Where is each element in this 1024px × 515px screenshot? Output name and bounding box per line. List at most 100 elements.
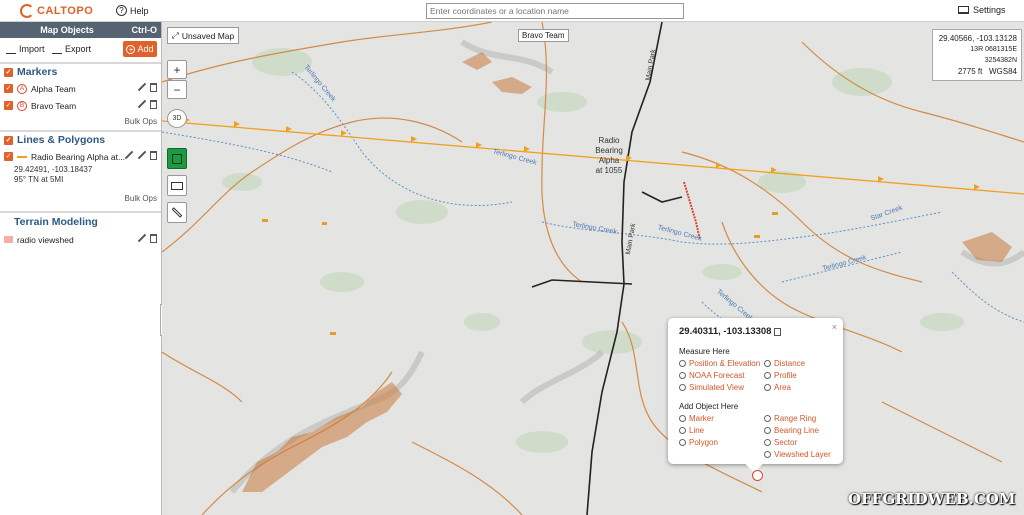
unsaved-label: Unsaved Map [181,30,235,41]
import-icon [6,45,16,54]
noaa-forecast-link[interactable]: NOAA Forecast [679,371,764,380]
link-label: Polygon [689,438,718,447]
export-icon [52,45,62,54]
ring-icon [764,415,771,422]
polygon-link[interactable]: Polygon [679,438,764,447]
link-label: Bearing Line [774,426,819,435]
cloud-icon [679,372,686,379]
map-context-popup: 29.40311, -103.13308 × Measure Here Posi… [668,318,843,473]
area-icon [764,384,771,391]
edit-icon[interactable] [137,83,146,92]
logo-text: CALTOPO [37,5,94,17]
terrain-section: Terrain Modeling radio viewshed [0,211,161,248]
lines-header[interactable]: ✓ Lines & Polygons [0,132,161,148]
marker-row-bravo[interactable]: ✓ B Bravo Team [0,97,161,114]
export-label: Export [65,44,92,54]
viewshed-layer-link[interactable]: Viewshed Layer [764,450,834,459]
pin-icon [679,360,686,367]
markers-header[interactable]: ✓ Markers [0,64,161,80]
copy-icon[interactable] [774,327,782,336]
bearing-icon [764,427,771,434]
zoom-in-button[interactable]: + [167,60,187,79]
polygon-icon [679,439,686,446]
line-link[interactable]: Line [679,426,764,435]
location-search-input[interactable] [426,3,684,19]
position-elevation-link[interactable]: Position & Elevation [679,359,764,368]
lines-checkbox[interactable]: ✓ [4,135,13,145]
trash-icon[interactable] [150,234,157,243]
map-canvas[interactable]: ⤢ Unsaved Map Bravo Team 29.40566, -103.… [162,22,1024,515]
area-link[interactable]: Area [764,383,834,392]
alpha-checkbox[interactable]: ✓ [4,84,13,93]
bravo-team-label[interactable]: Bravo Team [518,29,569,42]
export-button[interactable]: Export [52,44,91,54]
import-label: Import [19,44,45,54]
help-icon: ? [116,5,127,16]
help-button[interactable]: ? Help [116,5,149,16]
caltopo-logo[interactable]: CALTOPO [20,4,93,18]
profile-icon[interactable] [124,151,133,160]
link-label: Distance [774,359,806,368]
map-objects-panel: Map Objects Ctrl-O Import Export + Add ✓… [0,22,162,515]
radio-label-line: at 1055 [595,166,623,175]
link-label: Position & Elevation [689,359,761,368]
range-ring-link[interactable]: Range Ring [764,414,834,423]
simulated-view-link[interactable]: Simulated View [679,383,764,392]
ruler-icon[interactable] [167,202,187,223]
marker-a-icon: A [17,83,27,94]
bravo-checkbox[interactable]: ✓ [4,101,13,110]
popup-title: 29.40311, -103.13308 [679,326,832,337]
3d-view-icon[interactable]: 3D [167,109,187,128]
print-icon[interactable] [167,175,187,196]
line-row-radio-bearing[interactable]: ✓ Radio Bearing Alpha at... [0,148,161,165]
profile-icon [764,372,771,379]
settings-button[interactable]: Settings [958,5,1006,15]
lines-bulk-ops[interactable]: Bulk Ops [0,191,161,207]
close-icon[interactable]: × [832,322,837,332]
logo-icon [20,4,34,18]
edit-icon[interactable] [137,234,146,243]
marker-row-alpha[interactable]: ✓ A Alpha Team [0,80,161,97]
line-label: Radio Bearing Alpha at... [31,151,126,162]
import-button[interactable]: Import [6,44,45,54]
expand-icon: ⤢ [172,30,179,40]
viewshed-label: radio viewshed [17,234,74,245]
ruler-icon [764,360,771,367]
lines-section: ✓ Lines & Polygons ✓ Radio Bearing Alpha… [0,130,161,207]
monitor-icon [958,6,969,14]
edit-icon[interactable] [137,100,146,109]
trash-icon[interactable] [150,151,157,160]
markers-checkbox[interactable]: ✓ [4,67,13,77]
add-button[interactable]: + Add [123,41,157,57]
line-checkbox[interactable]: ✓ [4,152,13,161]
trash-icon[interactable] [150,83,157,92]
edit-icon[interactable] [137,151,146,160]
trash-icon[interactable] [150,100,157,109]
sector-link[interactable]: Sector [764,438,834,447]
location-pin-icon[interactable] [752,470,763,481]
plus-icon: + [126,44,136,54]
panel-title: Map Objects [40,25,94,35]
unsaved-map-button[interactable]: ⤢ Unsaved Map [167,27,240,44]
bearing-line-link[interactable]: Bearing Line [764,426,834,435]
pin-icon [679,415,686,422]
zoom-out-button[interactable]: − [167,80,187,99]
save-icon[interactable] [167,148,187,169]
link-label: NOAA Forecast [689,371,745,380]
add-object-links: Marker Range Ring Line Bearing Line Poly… [679,414,832,459]
link-label: Sector [774,438,798,447]
sector-icon [764,439,771,446]
radio-label-line: Bearing [595,146,623,155]
marker-label: Bravo Team [31,100,77,111]
markers-bulk-ops[interactable]: Bulk Ops [0,114,161,130]
measure-links: Position & Elevation Distance NOAA Forec… [679,359,832,392]
profile-link[interactable]: Profile [764,371,834,380]
marker-link[interactable]: Marker [679,414,764,423]
link-label: Marker [689,414,714,423]
measure-header: Measure Here [679,347,730,356]
viewshed-row[interactable]: radio viewshed [0,231,161,248]
distance-link[interactable]: Distance [764,359,834,368]
popup-coords: 29.40311, -103.13308 [679,326,772,337]
help-label: Help [130,5,149,16]
add-object-header: Add Object Here [679,402,739,411]
